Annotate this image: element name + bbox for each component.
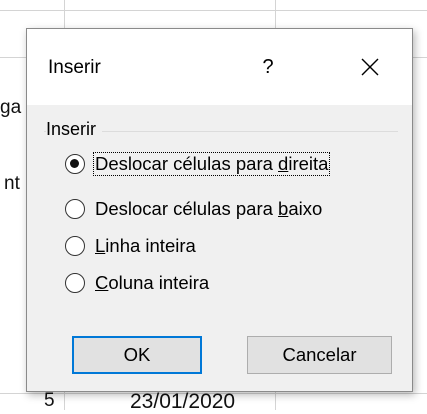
cancel-button[interactable]: Cancelar bbox=[247, 336, 392, 374]
group-label: Inserir bbox=[46, 119, 103, 140]
radio-button[interactable] bbox=[65, 199, 85, 219]
close-button[interactable] bbox=[345, 47, 395, 87]
option-label: Deslocar células para direita bbox=[92, 152, 331, 176]
close-icon bbox=[361, 58, 379, 76]
radio-button[interactable] bbox=[65, 273, 85, 293]
radio-button[interactable] bbox=[65, 236, 85, 256]
ok-button[interactable]: OK bbox=[72, 336, 202, 374]
insert-dialog: Inserir ? Inserir Deslocar células para … bbox=[26, 28, 413, 392]
row-number: 5 bbox=[44, 390, 55, 411]
option-entire-column[interactable]: Coluna inteira bbox=[65, 269, 210, 297]
help-button[interactable]: ? bbox=[253, 47, 283, 87]
cell-text-fragment: nt bbox=[4, 173, 20, 194]
radio-button-checked[interactable] bbox=[65, 154, 85, 174]
dialog-titlebar: Inserir ? bbox=[27, 29, 412, 105]
option-shift-down[interactable]: Deslocar células para baixo bbox=[65, 195, 323, 223]
option-shift-right[interactable]: Deslocar células para direita bbox=[65, 150, 331, 178]
dialog-title: Inserir bbox=[48, 57, 101, 78]
option-entire-row[interactable]: Linha inteira bbox=[65, 232, 197, 260]
row-gridline bbox=[0, 10, 427, 11]
date-cell: 23/01/2020 bbox=[130, 390, 236, 413]
option-label: Coluna inteira bbox=[95, 272, 210, 293]
cell-text-fragment: ga bbox=[0, 97, 22, 118]
option-label: Deslocar células para baixo bbox=[95, 198, 323, 219]
option-label: Linha inteira bbox=[95, 235, 196, 256]
